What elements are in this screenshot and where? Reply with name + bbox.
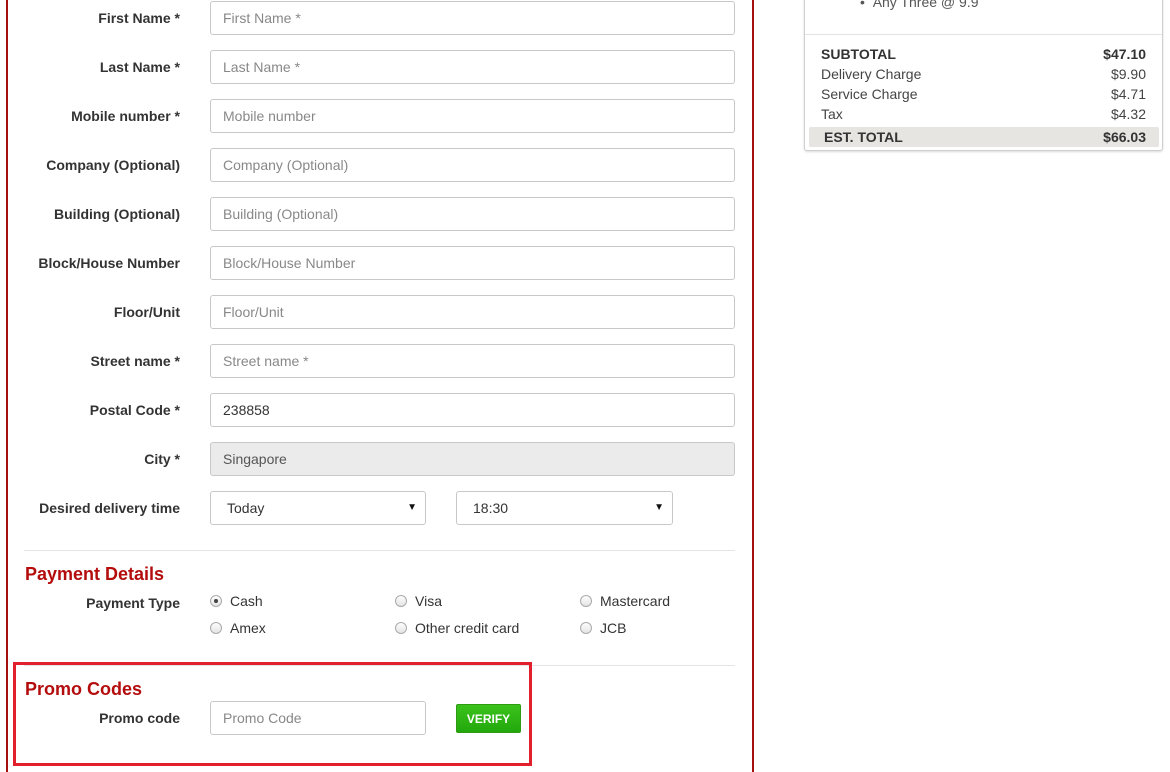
summary-divider [805,34,1162,35]
radio-selected-icon[interactable] [210,595,222,607]
order-summary: • Any Three @ 9.9 SUBTOTAL $47.10 Delive… [804,0,1163,151]
company-input[interactable] [210,148,735,182]
delivery-time-value: 18:30 [473,500,509,516]
payment-option-label: Visa [415,593,442,609]
promo-codes-title: Promo Codes [25,679,143,699]
floor-unit-input[interactable] [210,295,735,329]
city-label: City * [144,451,180,467]
payment-option-amex[interactable]: Amex [210,620,266,636]
payment-option-cash[interactable]: Cash [210,593,263,609]
first-name-input[interactable] [210,1,735,35]
payment-details-title: Payment Details [25,564,165,584]
payment-option-label: Other credit card [415,620,520,636]
subtotal-row: SUBTOTAL $47.10 [821,46,1146,62]
block-house-label: Block/House Number [38,255,180,271]
service-charge-row: Service Charge $4.71 [821,86,1146,102]
radio-icon[interactable] [580,595,592,607]
city-input [210,442,735,476]
tax-row: Tax $4.32 [821,106,1146,122]
verify-button[interactable]: VERIFY [456,704,521,733]
radio-icon[interactable] [580,622,592,634]
mobile-number-input[interactable] [210,99,735,133]
payment-type-label: Payment Type [86,595,180,611]
delivery-time-select[interactable]: 18:30 ▼ [456,491,673,525]
street-name-label: Street name * [90,353,180,369]
payment-option-label: Mastercard [600,593,671,609]
radio-icon[interactable] [395,595,407,607]
mobile-number-label: Mobile number * [71,108,180,124]
delivery-charge-row: Delivery Charge $9.90 [821,66,1146,82]
order-item: • Any Three @ 9.9 [860,0,979,10]
payment-option-label: JCB [600,620,627,636]
company-label: Company (Optional) [46,157,180,173]
payment-option-label: Cash [230,593,263,609]
postal-code-label: Postal Code * [89,402,180,418]
payment-option-other-credit-card[interactable]: Other credit card [395,620,519,636]
floor-unit-label: Floor/Unit [113,304,180,320]
promo-code-label: Promo code [99,710,180,726]
last-name-label: Last Name * [99,59,180,75]
delivery-day-value: Today [227,500,265,516]
delivery-time-label: Desired delivery time [39,500,180,516]
payment-option-jcb[interactable]: JCB [580,620,626,636]
chevron-down-icon: ▼ [407,502,417,513]
postal-code-input[interactable] [210,393,735,427]
delivery-day-select[interactable]: Today ▼ [210,491,426,525]
block-house-input[interactable] [210,246,735,280]
section-divider [24,550,735,551]
payment-option-label: Amex [230,620,266,636]
last-name-input[interactable] [210,50,735,84]
building-label: Building (Optional) [54,206,180,222]
payment-option-visa[interactable]: Visa [395,593,442,609]
street-name-input[interactable] [210,344,735,378]
payment-option-mastercard[interactable]: Mastercard [580,593,670,609]
radio-icon[interactable] [210,622,222,634]
building-input[interactable] [210,197,735,231]
estimated-total-bar: EST. TOTAL $66.03 [809,127,1159,147]
first-name-label: First Name * [98,10,180,26]
promo-code-input[interactable] [210,701,426,735]
radio-icon[interactable] [395,622,407,634]
chevron-down-icon: ▼ [654,502,664,513]
